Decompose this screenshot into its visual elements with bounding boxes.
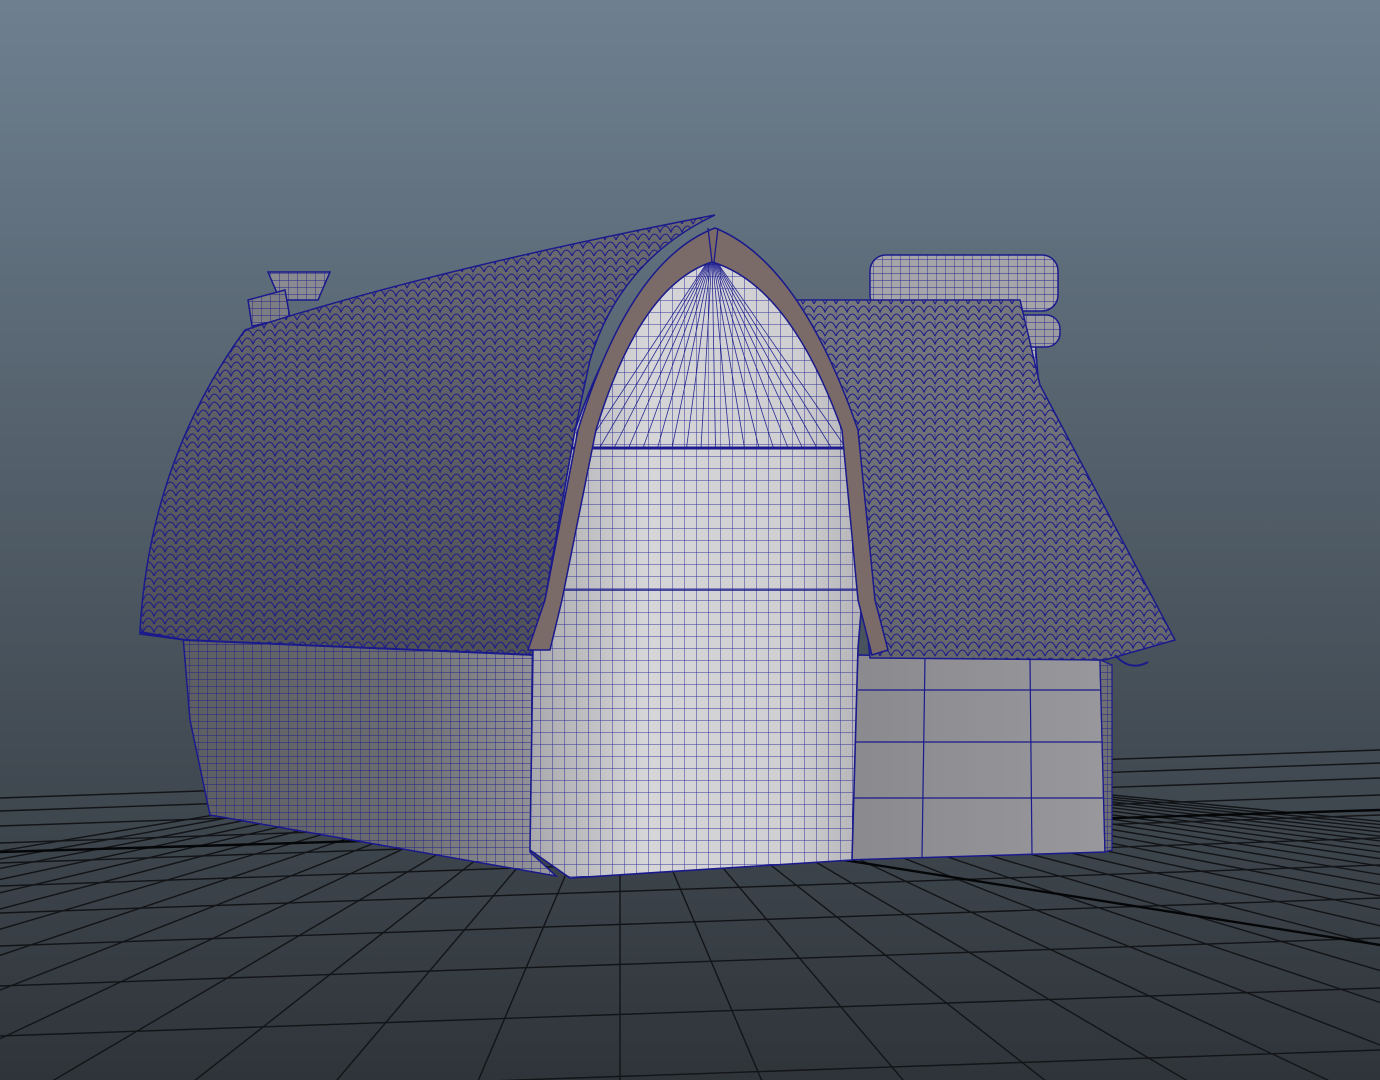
maya-3d-viewport[interactable] xyxy=(0,0,1380,1080)
viewport-canvas[interactable] xyxy=(0,0,1380,1080)
right-wall xyxy=(844,654,1113,861)
